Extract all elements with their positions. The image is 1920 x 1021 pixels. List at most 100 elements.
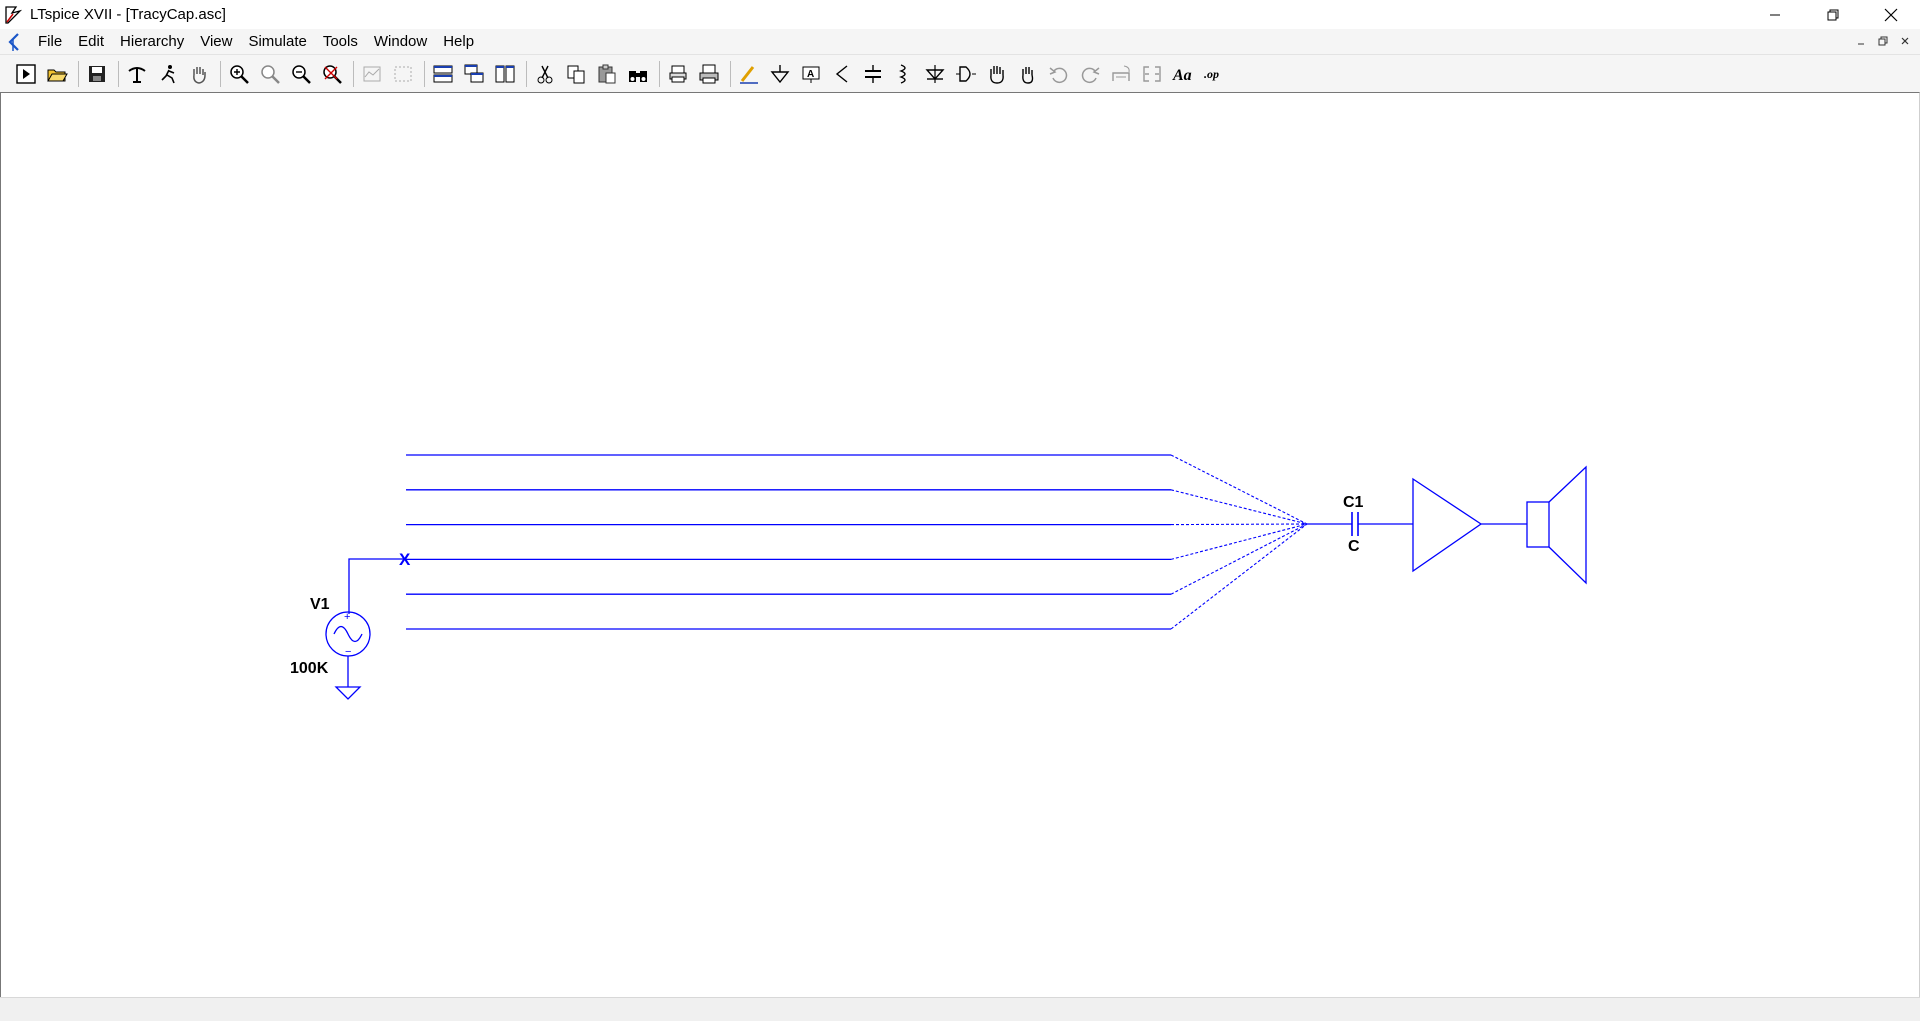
close-button[interactable] xyxy=(1862,0,1920,29)
minimize-icon xyxy=(1770,14,1780,15)
minimize-icon xyxy=(1858,43,1864,44)
component-button[interactable] xyxy=(952,60,980,88)
ground-button[interactable] xyxy=(766,60,794,88)
tile-horizontal-button[interactable] xyxy=(429,60,457,88)
source-wire[interactable] xyxy=(348,558,406,614)
c1-label: C1 xyxy=(1343,494,1364,511)
toolbar-separator xyxy=(78,60,79,87)
speaker-magnet xyxy=(1526,501,1550,548)
text-icon: Aa xyxy=(1172,67,1192,84)
tile-vertical-button[interactable] xyxy=(491,60,519,88)
cascade-icon xyxy=(464,64,484,82)
find-button[interactable] xyxy=(624,60,652,88)
toolbar-separator xyxy=(353,60,354,87)
dashed-fan-lines xyxy=(1170,454,1308,630)
zoom-cancel-button[interactable] xyxy=(318,60,346,88)
copy-button[interactable] xyxy=(562,60,590,88)
v1-value-label: 100K xyxy=(290,660,329,677)
print-setup-button[interactable] xyxy=(664,60,692,88)
mirror-button[interactable] xyxy=(1138,60,1166,88)
minimize-button[interactable] xyxy=(1746,0,1804,29)
save-button[interactable] xyxy=(83,60,111,88)
voltage-source-v1[interactable]: + − xyxy=(325,611,371,700)
mirror-icon xyxy=(1143,65,1161,82)
rotate-icon xyxy=(1112,65,1130,81)
run-button[interactable] xyxy=(12,60,40,88)
control-panel-icon xyxy=(128,66,146,83)
toolbar-separator xyxy=(659,60,660,87)
amplifier-symbol[interactable] xyxy=(1412,477,1483,573)
wire-button[interactable] xyxy=(735,60,763,88)
inductor-button[interactable] xyxy=(890,60,918,88)
component-icon xyxy=(956,65,976,82)
dashed-fan-line xyxy=(1170,523,1308,630)
undo-button[interactable] xyxy=(1045,60,1073,88)
toolbar-separator xyxy=(424,60,425,87)
zoom-in-button[interactable] xyxy=(225,60,253,88)
move-button[interactable] xyxy=(983,60,1011,88)
ltspice-app-icon xyxy=(5,5,23,24)
speaker-symbol[interactable] xyxy=(1526,465,1587,585)
restore-button[interactable] xyxy=(1804,0,1862,29)
c1-value-label: C xyxy=(1348,538,1360,555)
spice-directive-button[interactable]: .op xyxy=(1200,60,1228,88)
restore-icon xyxy=(1827,9,1839,20)
title-bar: LTspice XVII - [TracyCap.asc] xyxy=(0,0,1920,29)
rotate-button[interactable] xyxy=(1107,60,1135,88)
resistor-button[interactable] xyxy=(828,60,856,88)
control-panel-button[interactable] xyxy=(123,60,151,88)
cut-button[interactable] xyxy=(531,60,559,88)
paste-icon xyxy=(598,64,616,83)
toolbar-separator xyxy=(220,60,221,87)
run-icon xyxy=(16,63,36,84)
open-button[interactable] xyxy=(43,60,71,88)
speaker-cone xyxy=(1548,465,1587,585)
text-button[interactable]: Aa xyxy=(1169,60,1197,88)
schematic-drawing[interactable]: X + − V1 100K C1 C xyxy=(1,93,1919,997)
diode-button[interactable] xyxy=(921,60,949,88)
schematic-canvas[interactable]: X + − V1 100K C1 C xyxy=(0,92,1920,997)
autorange-icon xyxy=(363,66,381,81)
zoom-in-icon xyxy=(230,64,249,84)
diode-icon xyxy=(925,64,945,83)
menu-file[interactable]: File xyxy=(30,33,70,50)
print-button[interactable] xyxy=(695,60,723,88)
spice-directive-icon: .op xyxy=(1204,67,1219,81)
label-net-button[interactable]: A xyxy=(797,60,825,88)
cascade-button[interactable] xyxy=(460,60,488,88)
zoom-out-button[interactable] xyxy=(287,60,315,88)
open-icon xyxy=(47,69,68,81)
capacitor-button[interactable] xyxy=(859,60,887,88)
ground-icon xyxy=(770,64,790,83)
menu-simulate[interactable]: Simulate xyxy=(240,33,314,50)
tile-horizontal-icon xyxy=(433,65,453,82)
pan-button[interactable] xyxy=(185,60,213,88)
capacitor-c1[interactable] xyxy=(1307,512,1413,536)
menu-edit[interactable]: Edit xyxy=(70,33,112,50)
menu-window[interactable]: Window xyxy=(366,33,435,50)
menu-tools[interactable]: Tools xyxy=(315,33,366,50)
halt-icon xyxy=(161,64,175,83)
halt-button[interactable] xyxy=(154,60,182,88)
zoom-fit-button[interactable] xyxy=(256,60,284,88)
schematic-doc-icon[interactable] xyxy=(4,31,26,53)
sine-wave-icon xyxy=(333,625,363,643)
tile-vertical-icon xyxy=(495,65,515,82)
menu-help[interactable]: Help xyxy=(435,33,482,50)
drag-button[interactable] xyxy=(1014,60,1042,88)
dashed-fan-line xyxy=(1170,489,1308,525)
print-icon xyxy=(699,64,719,83)
dashed-fan-line xyxy=(1170,523,1308,560)
menu-hierarchy[interactable]: Hierarchy xyxy=(112,33,192,50)
redo-button[interactable] xyxy=(1076,60,1104,88)
paste-button[interactable] xyxy=(593,60,621,88)
find-icon xyxy=(629,70,647,82)
mdi-minimize-button[interactable] xyxy=(1850,35,1872,49)
svg-text:.op: .op xyxy=(1204,67,1219,81)
menu-view[interactable]: View xyxy=(192,33,240,50)
mdi-close-button[interactable] xyxy=(1894,35,1916,49)
bus-wires xyxy=(406,454,1171,630)
mark-button xyxy=(389,60,417,88)
mdi-restore-button[interactable] xyxy=(1872,35,1894,49)
dashed-fan-line xyxy=(1170,454,1308,525)
